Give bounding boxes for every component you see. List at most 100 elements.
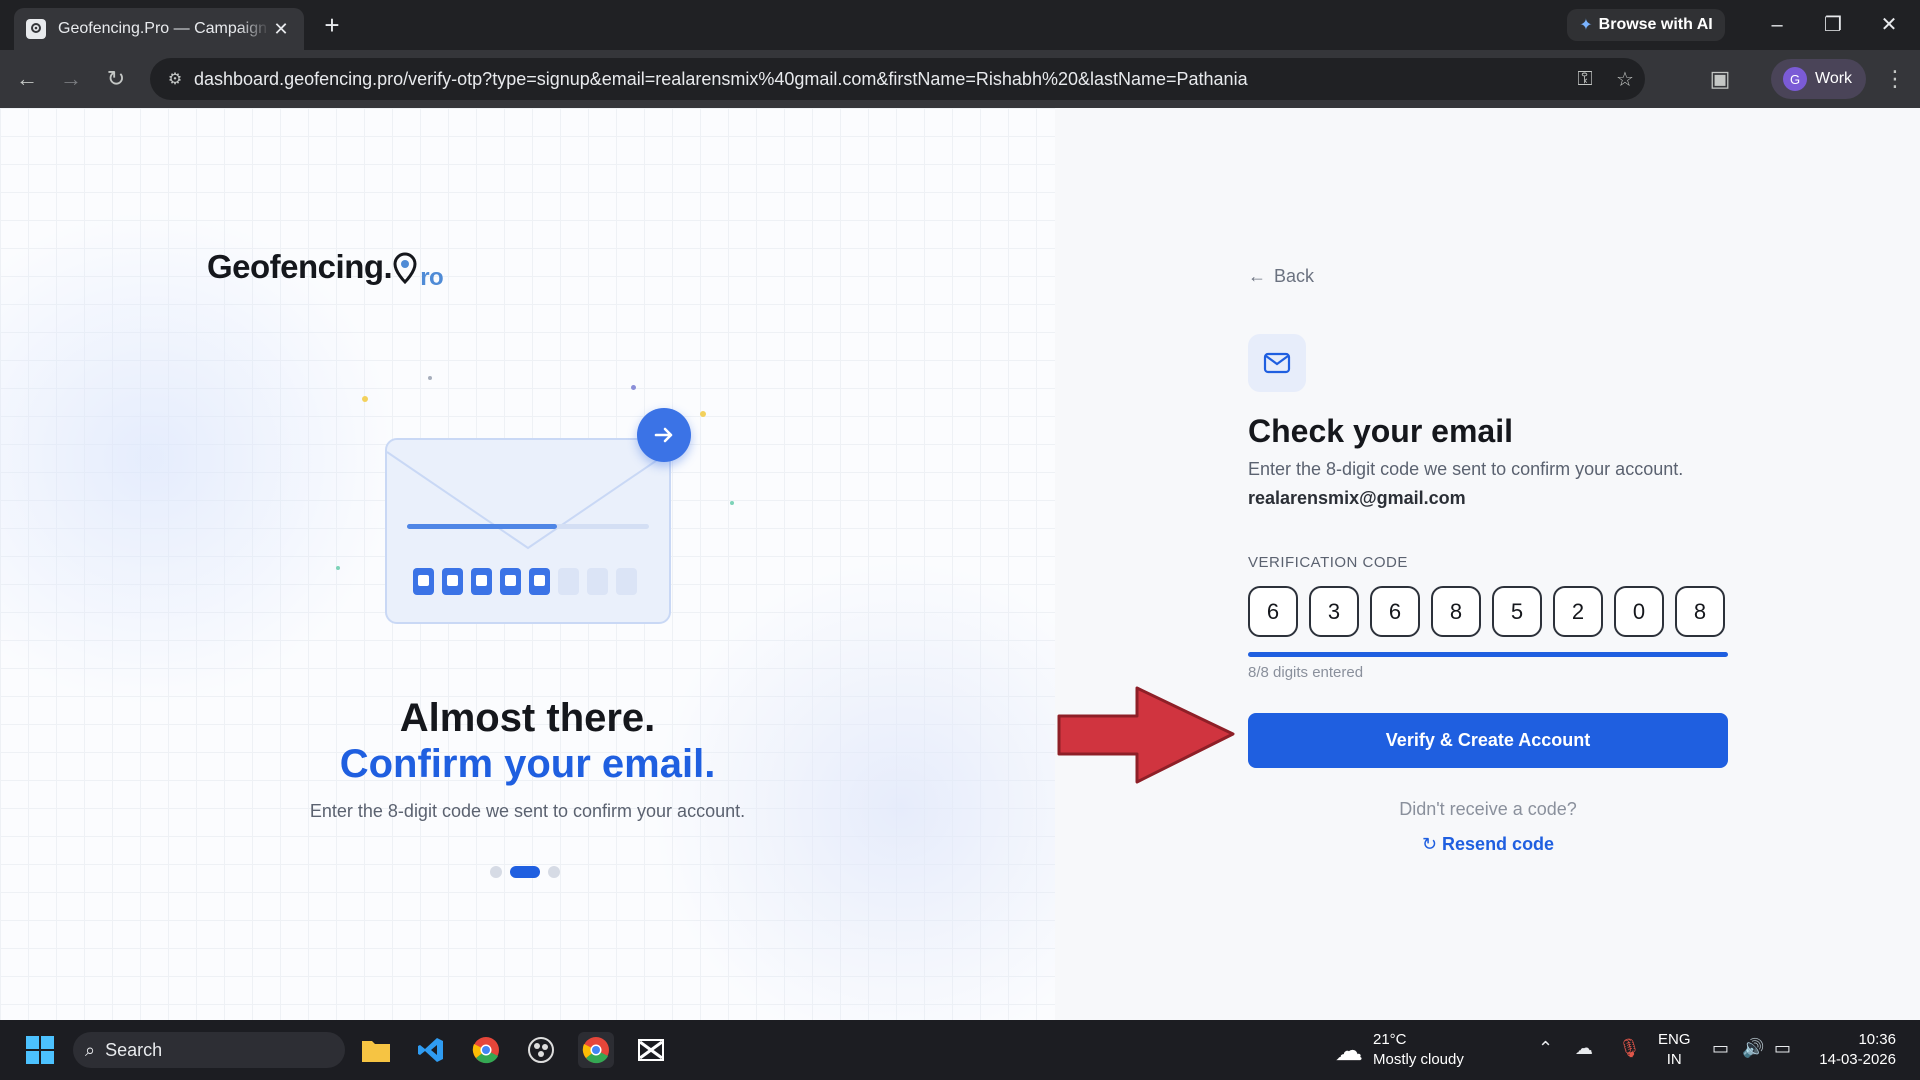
otp-digit-input[interactable]: 2: [1553, 586, 1603, 637]
site-settings-icon[interactable]: ⚙: [156, 69, 194, 89]
hero-heading: Almost there.: [399, 696, 656, 740]
envelope-code-dot: [505, 575, 516, 586]
otp-digit-input[interactable]: 0: [1614, 586, 1664, 637]
verification-code-label: VERIFICATION CODE: [1248, 554, 1408, 571]
file-explorer-icon[interactable]: [358, 1032, 394, 1068]
envelope-code-cell: [587, 568, 608, 595]
decor-dot: [428, 376, 432, 380]
tab-close-icon[interactable]: ✕: [270, 18, 292, 40]
region-code: IN: [1666, 1051, 1682, 1068]
decor-dot: [362, 396, 368, 402]
refresh-icon: ↻: [1421, 834, 1438, 854]
resend-label: Resend code: [1442, 834, 1555, 854]
carousel-pager: [490, 866, 560, 878]
annotation-arrow-icon: [1057, 686, 1235, 784]
language-indicator[interactable]: ENG IN: [1658, 1030, 1691, 1070]
no-code-text: Didn't receive a code?: [1399, 799, 1577, 819]
profile-button[interactable]: G Work: [1771, 59, 1866, 99]
weather-condition: Mostly cloudy: [1373, 1051, 1464, 1068]
windows-start-icon[interactable]: [22, 1032, 58, 1068]
onedrive-off-icon[interactable]: ☁: [1575, 1038, 1593, 1059]
logo-text: Geofencing.: [207, 248, 393, 285]
pager-dot[interactable]: [490, 866, 502, 878]
hero-heading-accent: Confirm your email.: [339, 742, 716, 786]
pager-dot-active[interactable]: [510, 866, 540, 878]
volume-icon[interactable]: 🔊: [1742, 1038, 1764, 1059]
taskbar-search-box[interactable]: ⌕ Search: [73, 1032, 345, 1068]
address-bar-url[interactable]: dashboard.geofencing.pro/verify-otp?type…: [194, 69, 1565, 90]
envelope-code-dot: [418, 575, 429, 586]
battery-icon[interactable]: ▭: [1774, 1038, 1791, 1059]
bookmark-star-icon[interactable]: ☆: [1605, 67, 1645, 92]
chevron-up-icon[interactable]: ⌃: [1538, 1038, 1553, 1059]
arrow-left-icon: ←: [1248, 266, 1266, 286]
network-icon[interactable]: ▭: [1712, 1038, 1729, 1059]
weather-widget[interactable]: ☁ 21°C Mostly cloudy: [1335, 1030, 1464, 1070]
decor-dot: [730, 501, 734, 505]
envelope-code-dot: [476, 575, 487, 586]
chrome-icon[interactable]: [468, 1032, 504, 1068]
vscode-icon[interactable]: [413, 1032, 449, 1068]
forward-arrow-icon[interactable]: →: [56, 64, 86, 94]
microphone-icon[interactable]: 🎙: [1618, 1038, 1641, 1059]
envelope-code-dot: [447, 575, 458, 586]
browse-with-ai-label: Browse with AI: [1598, 16, 1713, 33]
restore-icon[interactable]: ❐: [1818, 10, 1848, 40]
otp-digit-input[interactable]: 3: [1309, 586, 1359, 637]
sparkle-icon: ✦: [1579, 17, 1593, 34]
new-tab-icon[interactable]: +: [318, 12, 346, 40]
password-key-icon[interactable]: ⚿: [1565, 68, 1605, 91]
tab-search-icon[interactable]: ▣: [1705, 64, 1735, 94]
page-content: Geofencing. ro Almost there. Confirm you…: [0, 108, 1920, 1020]
profile-label: Work: [1815, 70, 1853, 87]
verify-create-account-button[interactable]: Verify & Create Account: [1248, 713, 1728, 768]
right-form-panel: [1055, 108, 1920, 1020]
back-label: Back: [1274, 266, 1315, 286]
logo-suffix: ro: [420, 264, 444, 291]
browser-menu-icon[interactable]: ⋮: [1880, 64, 1910, 94]
otp-digit-input[interactable]: 8: [1431, 586, 1481, 637]
envelope-code-cell: [558, 568, 579, 595]
reload-icon[interactable]: ↻: [101, 64, 131, 94]
browser-tab-active[interactable]: Geofencing.Pro — Campaign M ✕: [14, 8, 304, 50]
pager-dot[interactable]: [548, 866, 560, 878]
decor-dot: [336, 566, 340, 570]
envelope-code-cell: [616, 568, 637, 595]
obs-icon[interactable]: [523, 1032, 559, 1068]
mail-icon: [1248, 334, 1306, 392]
otp-digit-input[interactable]: 5: [1492, 586, 1542, 637]
browse-with-ai-button[interactable]: ✦ Browse with AI: [1567, 9, 1725, 41]
code-progress-bar: [1248, 652, 1728, 657]
resend-code-link[interactable]: ↻ Resend code: [1248, 834, 1728, 855]
site-favicon-icon: [26, 19, 46, 39]
digits-entered-status: 8/8 digits entered: [1248, 664, 1364, 681]
clock-time: 10:36: [1858, 1031, 1896, 1048]
avatar: G: [1783, 67, 1807, 91]
chrome-profile-icon[interactable]: [578, 1032, 614, 1068]
back-link[interactable]: ← Back: [1248, 266, 1314, 287]
cloud-icon: ☁: [1335, 1034, 1363, 1066]
otp-digit-input[interactable]: 6: [1248, 586, 1298, 637]
window-close-icon[interactable]: ✕: [1874, 10, 1904, 40]
otp-digit-input[interactable]: 6: [1370, 586, 1420, 637]
minimize-icon[interactable]: –: [1762, 10, 1792, 40]
logo[interactable]: Geofencing. ro: [207, 248, 444, 291]
browser-tab-bar: Geofencing.Pro — Campaign M ✕ + ✦ Browse…: [0, 0, 1920, 50]
envelope-illustration: [385, 438, 671, 624]
back-arrow-icon[interactable]: ←: [12, 64, 42, 94]
windows-taskbar: ⌕ Search ☁ 21°C Mostly cloudy ⌃ ☁ 🎙 ENG …: [0, 1020, 1920, 1080]
page-subtitle: Enter the 8-digit code we sent to confir…: [1248, 459, 1684, 479]
otp-digit-input[interactable]: 8: [1675, 586, 1725, 637]
decor-dot: [700, 411, 706, 417]
system-clock[interactable]: 10:36 14-03-2026: [1816, 1030, 1896, 1070]
otp-input-group: 6 3 6 8 5 2 0 8: [1248, 586, 1725, 637]
address-bar[interactable]: ⚙ dashboard.geofencing.pro/verify-otp?ty…: [150, 58, 1645, 100]
hero-subtitle: Enter the 8-digit code we sent to confir…: [309, 801, 746, 821]
capcut-icon[interactable]: [633, 1032, 669, 1068]
temperature: 21°C: [1373, 1031, 1407, 1048]
left-illustration-panel: Geofencing. ro Almost there. Confirm you…: [0, 108, 1150, 1020]
recipient-email: realarensmix@gmail.com: [1248, 488, 1466, 508]
language-code: ENG: [1658, 1031, 1691, 1048]
page-title: Check your email: [1248, 413, 1513, 449]
decor-dot: [631, 385, 636, 390]
